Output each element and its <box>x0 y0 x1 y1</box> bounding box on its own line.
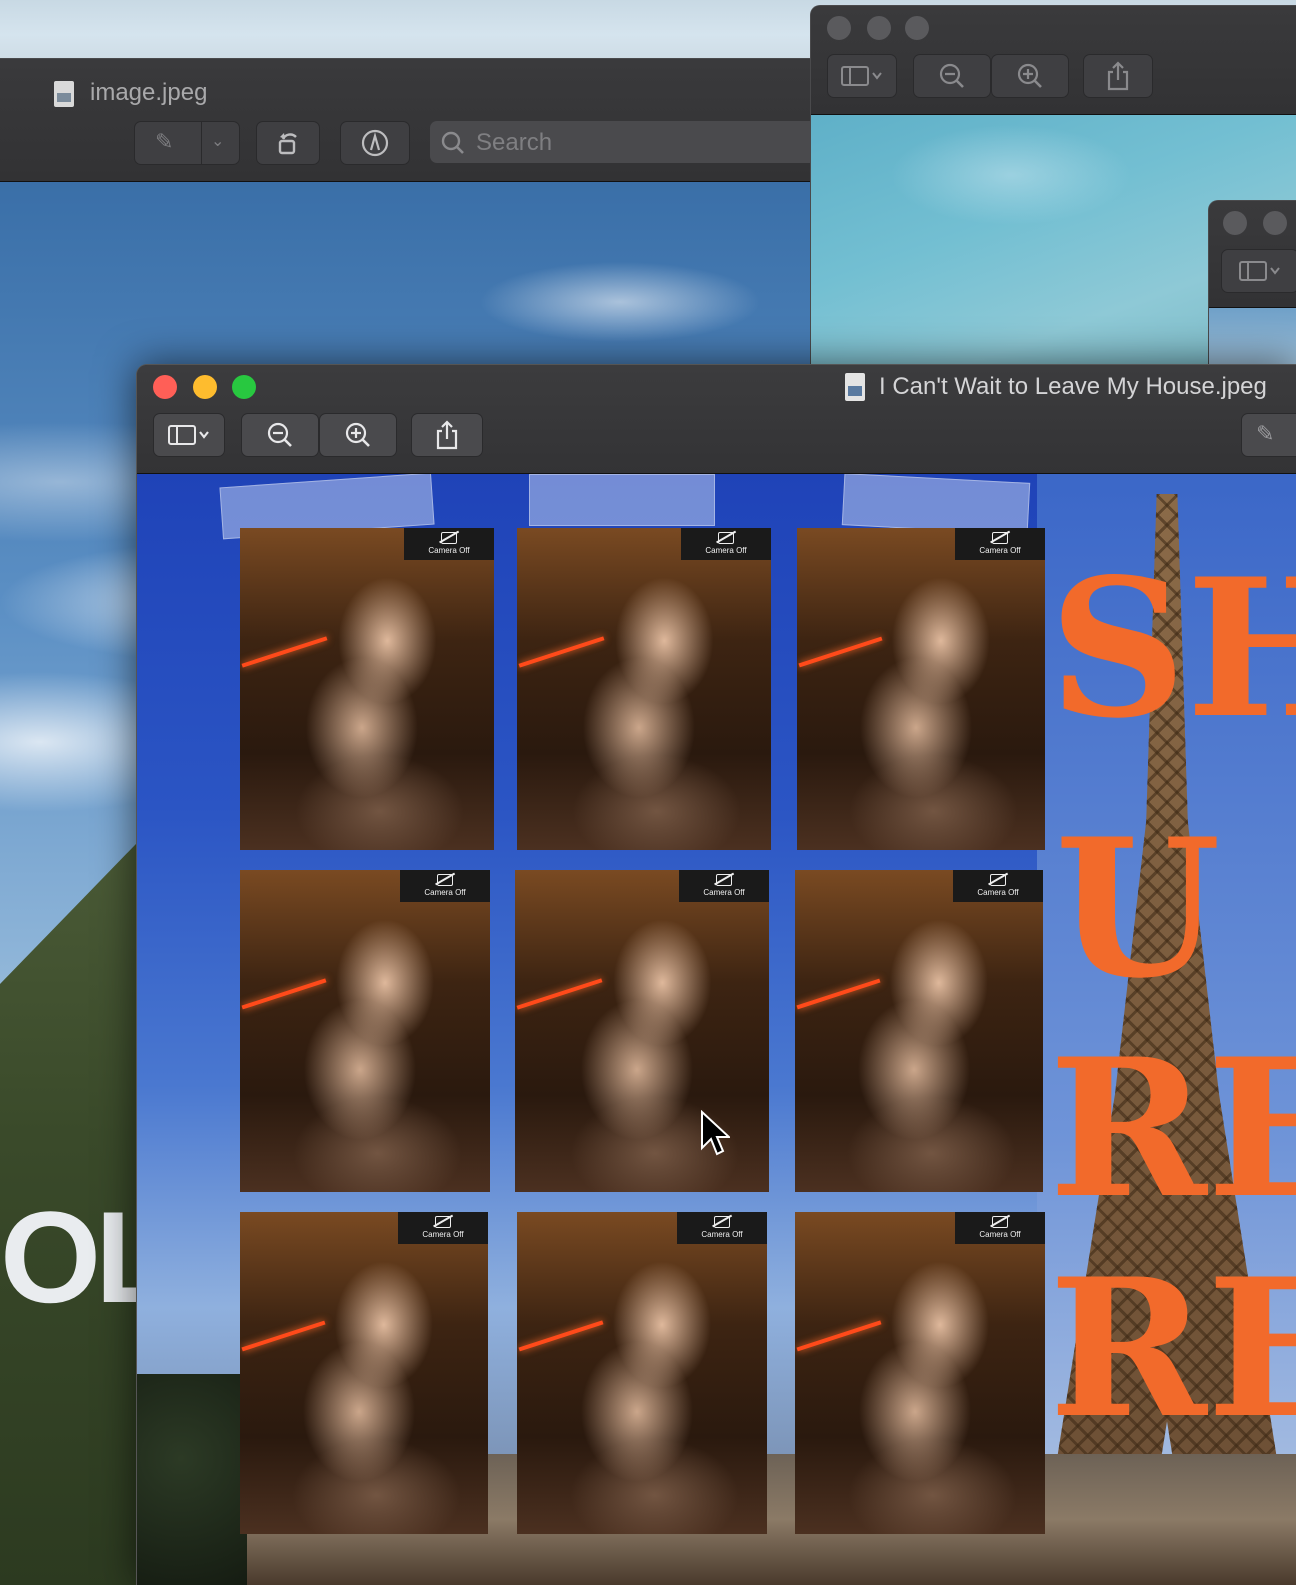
sidebar-button[interactable] <box>153 413 225 457</box>
camera-off-icon <box>714 1216 730 1228</box>
zoom-out-icon <box>267 422 292 447</box>
palm-trees-image <box>137 1374 247 1585</box>
minimize-button-inactive[interactable] <box>1263 211 1287 235</box>
markup-button[interactable]: ✎ <box>1241 413 1296 457</box>
share-button[interactable] <box>1083 54 1153 98</box>
camera-off-icon <box>990 874 1006 886</box>
collage-photo: Camera Off <box>795 1212 1045 1534</box>
camera-off-badge: Camera Off <box>400 870 490 902</box>
share-icon <box>436 420 458 450</box>
zoom-in-icon <box>345 422 370 447</box>
minimize-button-inactive[interactable] <box>867 16 891 40</box>
camera-off-badge: Camera Off <box>953 870 1043 902</box>
maximize-button[interactable] <box>232 375 256 399</box>
maximize-button-inactive[interactable] <box>905 16 929 40</box>
camera-off-icon <box>718 532 734 544</box>
share-icon <box>1107 61 1129 91</box>
preview-window-far-right[interactable] <box>1208 200 1296 367</box>
collage-photo: Camera Off <box>240 1212 488 1534</box>
collage-photo: Camera Off <box>797 528 1045 850</box>
zoom-out-icon <box>939 63 964 88</box>
camera-off-icon <box>992 1216 1008 1228</box>
zoom-in-button[interactable] <box>319 413 397 457</box>
window-titlebar[interactable] <box>1209 201 1296 308</box>
camera-off-badge: Camera Off <box>679 870 769 902</box>
document-icon <box>54 81 74 107</box>
document-icon <box>845 373 865 401</box>
orange-letters-1: SH <box>1049 537 1296 760</box>
camera-off-icon <box>437 874 453 886</box>
camera-off-badge: Camera Off <box>955 1212 1045 1244</box>
sidebar-toggle-icon <box>841 66 882 86</box>
rotate-button[interactable] <box>256 121 320 165</box>
camera-off-badge: Camera Off <box>398 1212 488 1244</box>
camera-off-badge: Camera Off <box>681 528 771 560</box>
window-titlebar[interactable]: image.jpeg ✎ ⌄ Search <box>0 59 820 182</box>
camera-off-badge: Camera Off <box>404 528 494 560</box>
zoom-out-button[interactable] <box>241 413 319 457</box>
markup-toolbar-button[interactable] <box>340 121 410 165</box>
collage-photo: Camera Off <box>240 870 490 1192</box>
window-title: image.jpeg <box>90 79 208 106</box>
zoom-in-button[interactable] <box>991 54 1069 98</box>
markup-pen-circle-icon <box>361 129 389 157</box>
collage-photo: Camera Off <box>795 870 1043 1192</box>
sidebar-toggle-icon <box>168 425 209 445</box>
window-titlebar[interactable] <box>811 6 1296 115</box>
orange-letters-2: U <box>1055 797 1221 1020</box>
search-icon <box>441 131 464 154</box>
close-button-inactive[interactable] <box>827 16 851 40</box>
tape-strip <box>529 474 715 526</box>
search-field[interactable]: Search <box>430 121 820 163</box>
markup-button[interactable]: ✎ ⌄ <box>134 121 240 165</box>
camera-off-badge: Camera Off <box>955 528 1045 560</box>
camera-off-badge: Camera Off <box>677 1212 767 1244</box>
mouse-pointer-icon <box>701 1110 730 1156</box>
minimize-button[interactable] <box>193 375 217 399</box>
sidebar-button[interactable] <box>827 54 897 98</box>
collage-photo: Camera Off <box>517 1212 767 1534</box>
zoom-out-button[interactable] <box>913 54 991 98</box>
preview-window-front[interactable]: I Can't Wait to Leave My House.jpeg ✎ S … <box>136 364 1296 1585</box>
camera-off-icon <box>435 1216 451 1228</box>
search-placeholder: Search <box>476 129 553 156</box>
camera-off-icon <box>716 874 732 886</box>
orange-letters-3: RE <box>1049 1017 1296 1240</box>
camera-off-icon <box>992 532 1008 544</box>
chevron-down-icon: ⌄ <box>211 133 225 150</box>
share-button[interactable] <box>411 413 483 457</box>
close-button[interactable] <box>153 375 177 399</box>
rotate-icon <box>278 133 297 155</box>
pen-icon: ✎ <box>155 129 174 154</box>
orange-letters-4: RE <box>1049 1237 1296 1460</box>
tape-strip <box>841 474 1031 535</box>
pen-icon: ✎ <box>1256 421 1275 446</box>
collage-photo: Camera Off <box>517 528 771 850</box>
image-canvas <box>1209 308 1296 366</box>
close-button-inactive[interactable] <box>1223 211 1247 235</box>
zoom-in-icon <box>1017 63 1042 88</box>
image-canvas: SH U RE RE Camera Off Camera Off Camera … <box>137 474 1296 1585</box>
sidebar-button[interactable] <box>1221 249 1296 293</box>
window-title: I Can't Wait to Leave My House.jpeg <box>879 373 1267 400</box>
camera-off-icon <box>441 532 457 544</box>
collage-photo: Camera Off <box>515 870 769 1192</box>
window-titlebar[interactable]: I Can't Wait to Leave My House.jpeg ✎ <box>137 365 1296 474</box>
collage-photo: Camera Off <box>240 528 494 850</box>
sidebar-toggle-icon <box>1239 261 1280 281</box>
